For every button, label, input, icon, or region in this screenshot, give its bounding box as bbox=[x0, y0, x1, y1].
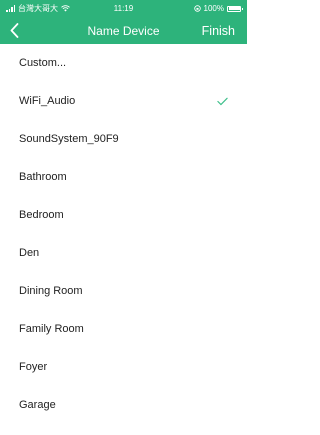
list-item[interactable]: SoundSystem_90F9 bbox=[0, 120, 247, 158]
list-item[interactable]: Den bbox=[0, 234, 247, 272]
list-item[interactable]: Bedroom bbox=[0, 196, 247, 234]
list-item-label: Custom... bbox=[19, 57, 67, 69]
list-item-label: Foyer bbox=[19, 361, 48, 373]
battery-icon bbox=[227, 5, 243, 12]
app-header: 台灣大哥大 11:19 100% Name Device Finish bbox=[0, 0, 247, 44]
checkmark-icon bbox=[217, 97, 228, 105]
list-item-label: Den bbox=[19, 247, 40, 259]
status-bar: 台灣大哥大 11:19 100% bbox=[0, 0, 247, 17]
list-item[interactable]: Bathroom bbox=[0, 158, 247, 196]
device-name-list: Custom... WiFi_Audio SoundSystem_90F9 Bathr… bbox=[0, 44, 247, 424]
list-item[interactable]: Foyer bbox=[0, 348, 247, 386]
list-item[interactable]: Dining Room bbox=[0, 272, 247, 310]
list-item[interactable]: Family Room bbox=[0, 310, 247, 348]
device-screen: 台灣大哥大 11:19 100% Name Device Finish Cust… bbox=[0, 0, 247, 435]
list-item[interactable]: WiFi_Audio bbox=[0, 82, 247, 120]
list-item-label: SoundSystem_90F9 bbox=[19, 133, 119, 145]
list-item[interactable]: Garage bbox=[0, 386, 247, 424]
list-item-label: Dining Room bbox=[19, 285, 83, 297]
list-item-label: Bathroom bbox=[19, 171, 67, 183]
list-item-label: Bedroom bbox=[19, 209, 64, 221]
nav-bar: Name Device Finish bbox=[0, 17, 247, 44]
list-item-label: WiFi_Audio bbox=[19, 95, 76, 107]
list-item[interactable]: Custom... bbox=[0, 44, 247, 82]
back-button[interactable] bbox=[10, 21, 28, 41]
status-time: 11:19 bbox=[113, 4, 134, 13]
battery-fill bbox=[228, 7, 240, 10]
finish-button[interactable]: Finish bbox=[202, 24, 237, 38]
list-item-label: Family Room bbox=[19, 323, 84, 335]
list-item-label: Garage bbox=[19, 399, 56, 411]
chevron-left-icon bbox=[10, 23, 19, 38]
